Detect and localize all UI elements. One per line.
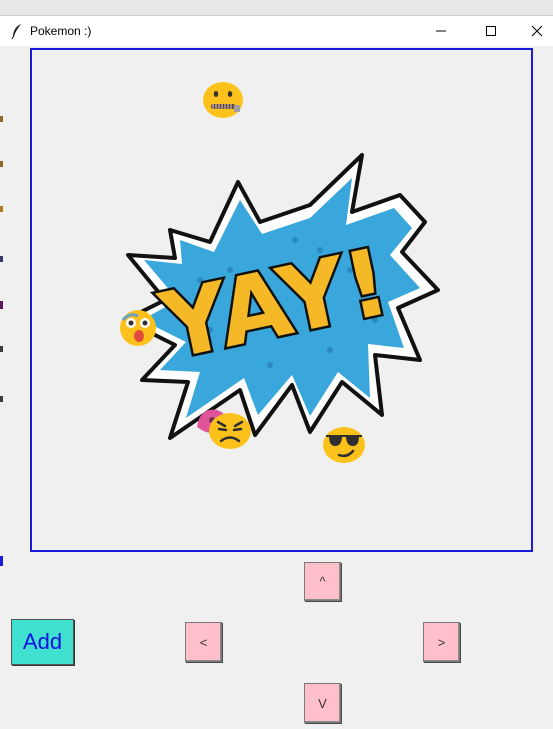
feather-icon xyxy=(11,24,21,39)
minimize-button[interactable] xyxy=(418,16,464,46)
maximize-button[interactable] xyxy=(468,16,514,46)
close-icon xyxy=(531,25,543,37)
window-title: Pokemon :) xyxy=(30,24,92,38)
persevering-face-emoji[interactable] xyxy=(208,410,252,450)
window-left-edge xyxy=(0,46,3,729)
flushed-face-emoji[interactable] xyxy=(118,308,158,348)
close-button[interactable] xyxy=(514,16,553,46)
window-titlebar[interactable]: Pokemon :) xyxy=(0,16,553,46)
move-up-button[interactable]: ^ xyxy=(304,562,341,601)
drawing-canvas[interactable]: YAY! xyxy=(30,48,533,552)
move-left-button[interactable]: < xyxy=(185,622,222,662)
sunglasses-face-emoji[interactable] xyxy=(322,424,366,464)
maximize-icon xyxy=(486,26,496,36)
move-right-button[interactable]: > xyxy=(423,622,460,662)
top-strip xyxy=(0,0,553,16)
minimize-icon xyxy=(436,30,446,32)
add-button[interactable]: Add xyxy=(11,619,74,665)
yay-burst-image: YAY! xyxy=(123,153,440,440)
zipper-mouth-emoji[interactable] xyxy=(202,79,244,119)
move-down-button[interactable]: V xyxy=(304,683,341,723)
